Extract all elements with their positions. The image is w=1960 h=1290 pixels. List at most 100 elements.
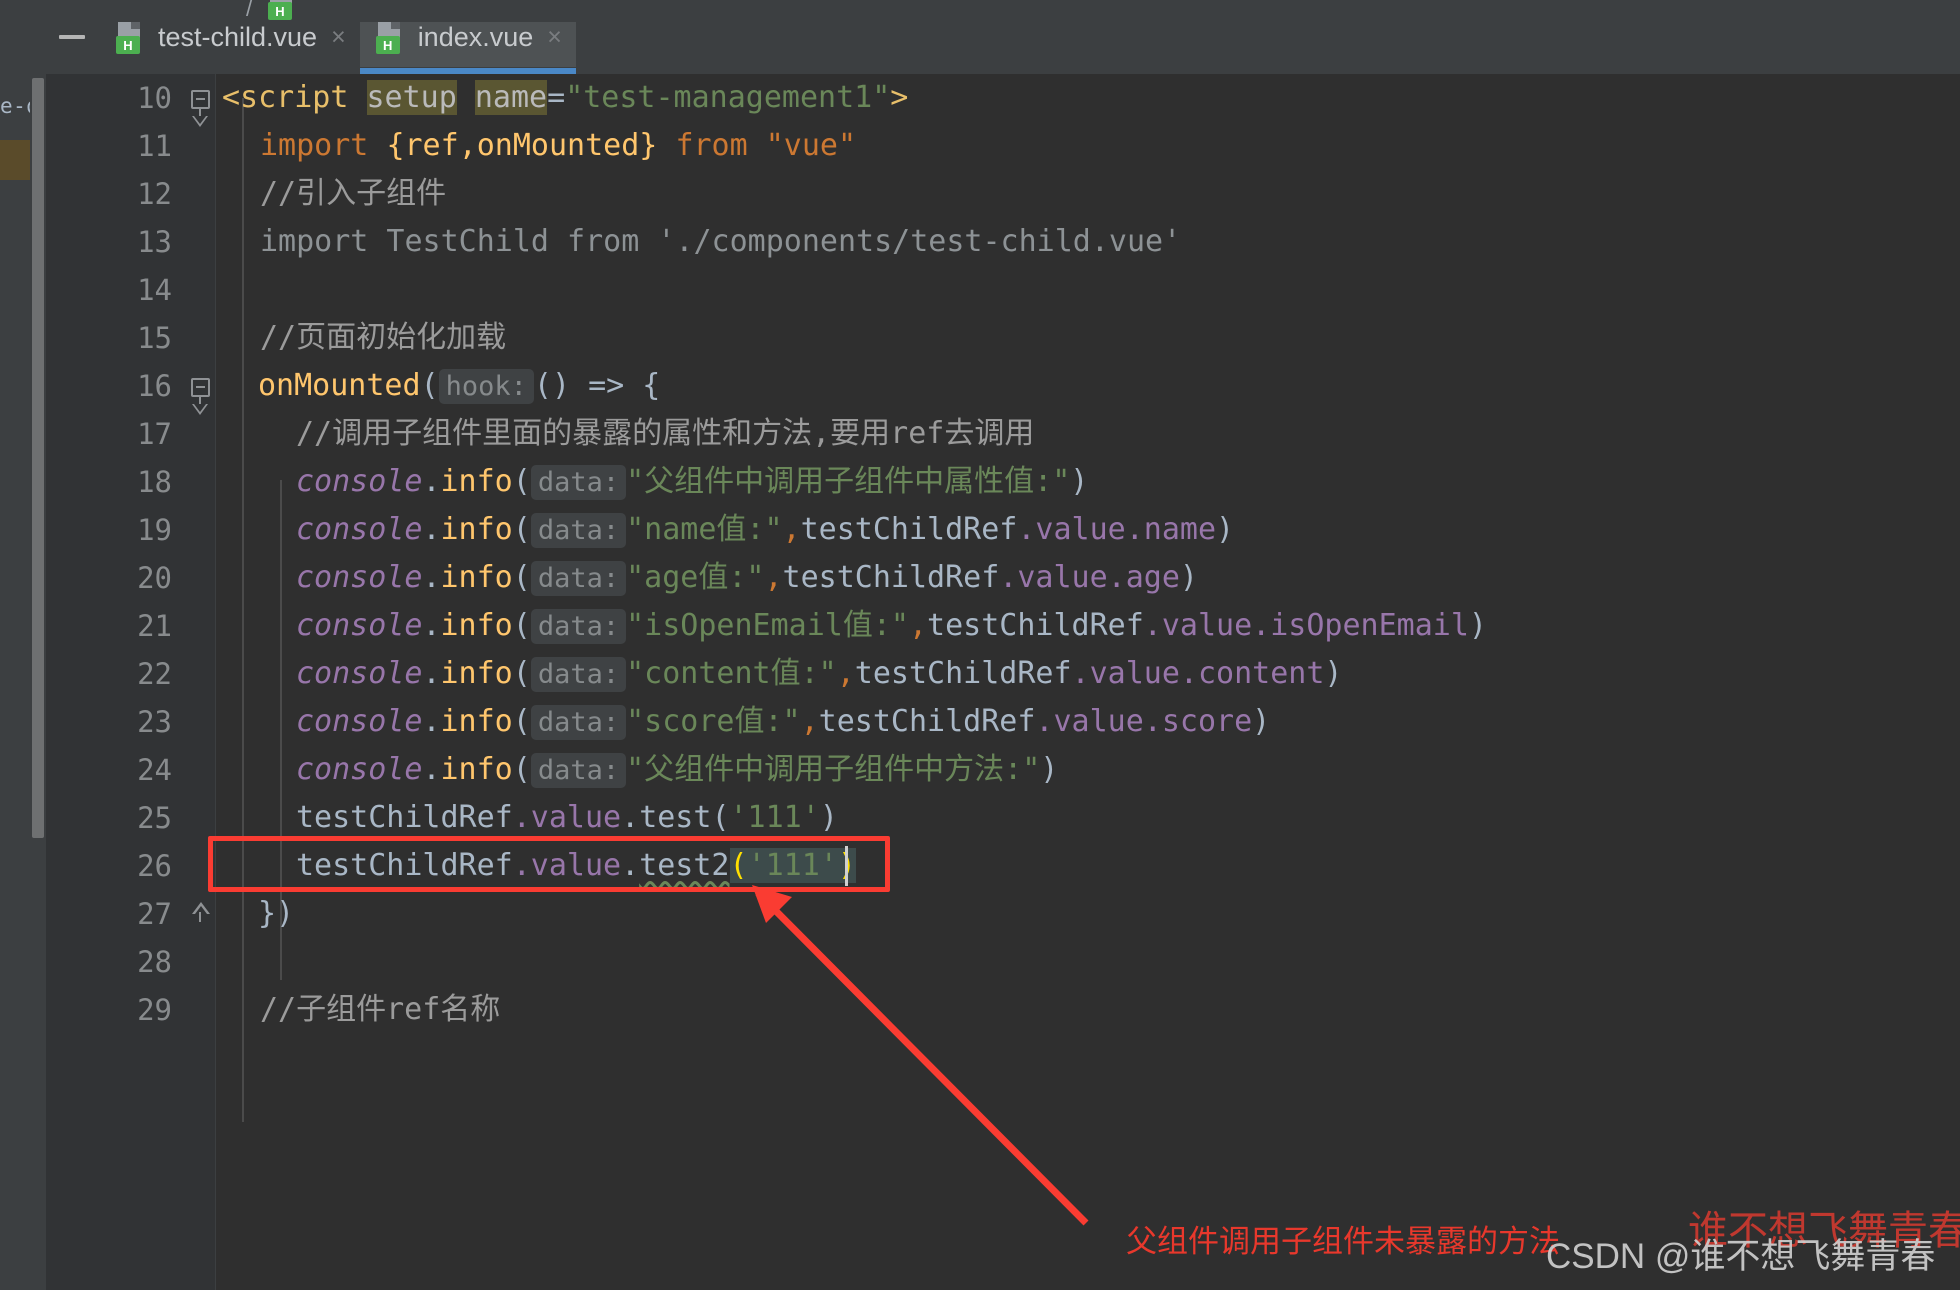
- code-line[interactable]: 18 console.info(data: "父组件中调用子组件中属性值:"): [44, 458, 1960, 506]
- code-line[interactable]: 14: [44, 266, 1960, 314]
- code-line[interactable]: 29 //子组件ref名称: [44, 986, 1960, 1034]
- code-line[interactable]: 27 }): [44, 890, 1960, 938]
- line-content[interactable]: console.info(data: "父组件中调用子组件中属性值:"): [296, 458, 1088, 506]
- line-number: 22: [137, 657, 172, 691]
- token-import-kw: import: [260, 128, 369, 163]
- inlay-hint-data: data:: [530, 465, 627, 500]
- code-line[interactable]: 24 console.info(data: "父组件中调用子组件中方法:"): [44, 746, 1960, 794]
- token-args: (): [533, 368, 571, 403]
- line-content[interactable]: <script setup name="test-management1">: [222, 74, 908, 122]
- inlay-hint-data: data:: [530, 513, 627, 548]
- token-info-fn: info: [440, 656, 513, 691]
- line-content[interactable]: import TestChild from './components/test…: [260, 218, 1181, 266]
- code-line[interactable]: 16 onMounted(hook:() => {: [44, 362, 1960, 410]
- line-content[interactable]: console.info(data: "content值:",testChildR…: [296, 650, 1342, 698]
- code-line[interactable]: 21 console.info(data: "isOpenEmail值:",tes…: [44, 602, 1960, 650]
- code-line[interactable]: 23 console.info(data: "score值:",testChild…: [44, 698, 1960, 746]
- code-line[interactable]: 17 //调用子组件里面的暴露的属性和方法,要用ref去调用: [44, 410, 1960, 458]
- line-number: 10: [137, 81, 172, 115]
- line-content[interactable]: console.info(data: "name值:",testChildRef.…: [296, 506, 1234, 554]
- token-name-attr: name: [474, 80, 548, 115]
- red-annotation-text: 父组件调用子组件未暴露的方法: [1126, 1224, 1560, 1259]
- token-string-arg: '111': [747, 848, 838, 883]
- code-editor[interactable]: 10 <script setup name="test-management1"…: [44, 74, 1960, 1290]
- line-content[interactable]: console.info(data: "score值:",testChildRef…: [296, 698, 1270, 746]
- token-test2-method-error: test2: [639, 848, 730, 883]
- editor-scrollbar-thumb[interactable]: [32, 78, 44, 838]
- code-line[interactable]: 10 <script setup name="test-management1"…: [44, 74, 1960, 122]
- token-console-obj: console: [296, 464, 423, 499]
- code-line-highlighted[interactable]: 26 testChildRef.value.test2('111'): [44, 842, 1960, 890]
- token-score-prop: .score: [1143, 704, 1253, 739]
- line-content[interactable]: //页面初始化加载: [260, 314, 506, 362]
- token-string-arg: "父组件中调用子组件中方法:": [626, 752, 1041, 787]
- token-dot: .: [422, 512, 441, 547]
- token-dot: .: [422, 656, 441, 691]
- line-number: 12: [137, 177, 172, 211]
- code-line[interactable]: 15 //页面初始化加载: [44, 314, 1960, 362]
- code-line[interactable]: 13 import TestChild from './components/t…: [44, 218, 1960, 266]
- code-line[interactable]: 25 testChildRef.value.test('111'): [44, 794, 1960, 842]
- token-name-prop: .name: [1125, 512, 1217, 547]
- code-line[interactable]: 12 //引入子组件: [44, 170, 1960, 218]
- line-content[interactable]: //调用子组件里面的暴露的属性和方法,要用ref去调用: [296, 410, 1034, 458]
- token-string-arg: "score值:": [626, 704, 801, 739]
- line-content[interactable]: console.info(data: "父组件中调用子组件中方法:"): [296, 746, 1058, 794]
- token-lparen: (: [512, 512, 531, 547]
- vue-icon-badge: H: [375, 36, 400, 54]
- token-ref-ident: testChildRef: [927, 608, 1144, 643]
- token-test-method: test: [639, 800, 712, 835]
- token-value-prop: .value: [1143, 608, 1253, 643]
- token-dot: .: [422, 560, 441, 595]
- minimize-icon: [59, 35, 85, 39]
- token-ref-ident: testChildRef: [800, 512, 1018, 547]
- code-line[interactable]: 20 console.info(data: "age值:",testChildRe…: [44, 554, 1960, 602]
- token-rparen: ): [1252, 704, 1271, 739]
- token-console-obj: console: [296, 656, 423, 691]
- close-icon[interactable]: ×: [331, 24, 346, 50]
- token-lparen: (: [512, 656, 531, 691]
- code-surface[interactable]: 10 <script setup name="test-management1"…: [44, 74, 1960, 1290]
- line-number: 29: [137, 993, 172, 1027]
- token-onmounted-fn: onMounted: [258, 368, 421, 403]
- token-ref-ident: testChildRef: [818, 704, 1036, 739]
- token-ref-ident: testChildRef: [296, 800, 513, 835]
- token-lparen: (: [512, 608, 531, 643]
- code-line[interactable]: 19 console.info(data: "name值:",testChildR…: [44, 506, 1960, 554]
- token-dot: .: [422, 464, 441, 499]
- line-content[interactable]: //子组件ref名称: [260, 986, 500, 1034]
- token-dot: .: [422, 608, 441, 643]
- text-caret: [845, 846, 848, 886]
- token-console-obj: console: [296, 608, 423, 643]
- line-content[interactable]: }): [258, 890, 294, 938]
- line-content[interactable]: //引入子组件: [260, 170, 446, 218]
- line-number: 23: [137, 705, 172, 739]
- tab-label: test-child.vue: [158, 21, 318, 52]
- line-content[interactable]: import {ref,onMounted} from "vue": [260, 122, 856, 170]
- line-content[interactable]: console.info(data: "age值:",testChildRef.v…: [296, 554, 1198, 602]
- token-dot: .: [621, 848, 640, 883]
- code-line[interactable]: 22 console.info(data: "content值:",testChi…: [44, 650, 1960, 698]
- line-content[interactable]: testChildRef.value.test('111'): [296, 794, 838, 842]
- token-string-arg: "isOpenEmail值:": [626, 608, 909, 643]
- line-number: 26: [137, 849, 172, 883]
- token-lparen: (: [711, 800, 730, 835]
- line-content[interactable]: console.info(data: "isOpenEmail值:",testCh…: [296, 602, 1487, 650]
- line-number: 17: [137, 417, 172, 451]
- close-icon[interactable]: ×: [547, 24, 562, 50]
- line-content[interactable]: onMounted(hook:() => {: [258, 362, 660, 410]
- token-info-fn: info: [440, 464, 513, 499]
- code-line[interactable]: 28: [44, 938, 1960, 986]
- token-value-prop: .value: [1035, 704, 1144, 739]
- token-script-tag: <script: [222, 80, 349, 115]
- line-number: 15: [137, 321, 172, 355]
- token-value-prop: .value: [1017, 512, 1126, 547]
- token-comma: ,: [782, 512, 801, 547]
- line-number: 20: [137, 561, 172, 595]
- tab-label: index.vue: [417, 21, 534, 52]
- line-number: 16: [137, 369, 172, 403]
- code-line[interactable]: 11 import {ref,onMounted} from "vue": [44, 122, 1960, 170]
- line-content[interactable]: testChildRef.value.test2('111'): [296, 842, 856, 890]
- token-info-fn: info: [440, 512, 513, 547]
- line-number: 18: [137, 465, 172, 499]
